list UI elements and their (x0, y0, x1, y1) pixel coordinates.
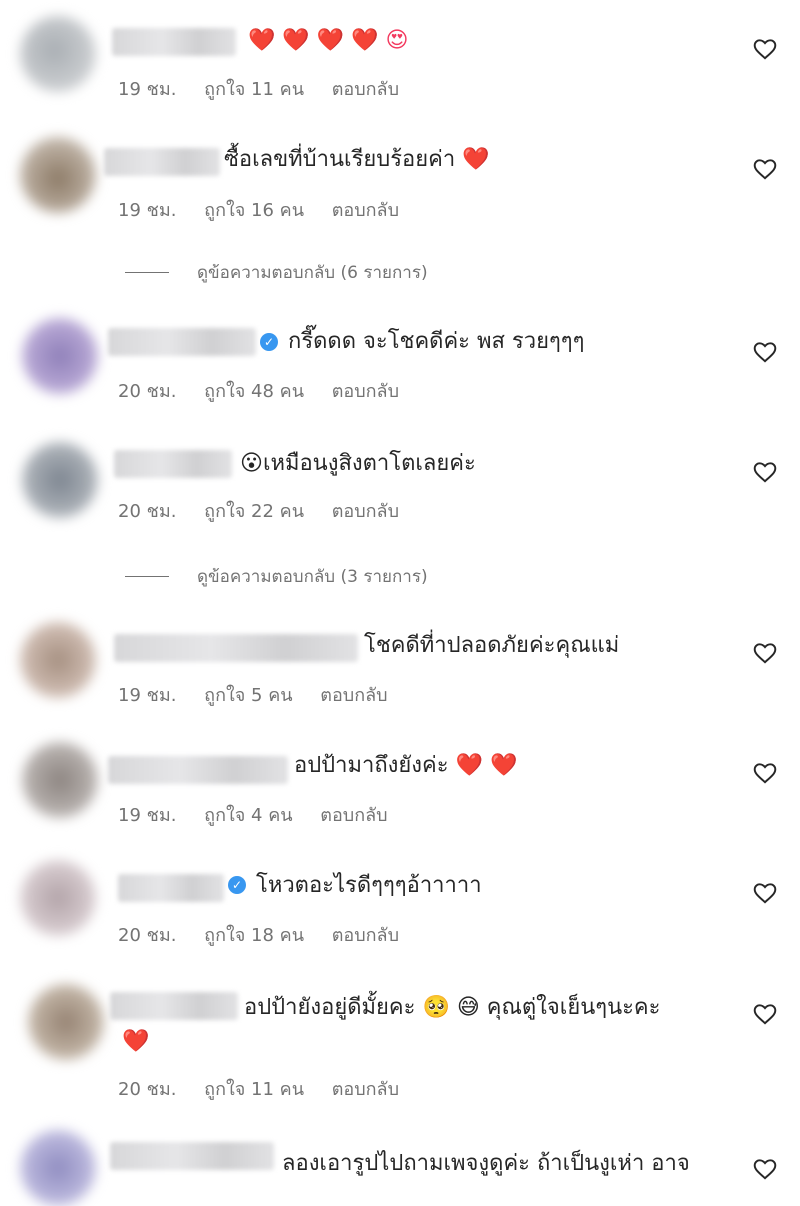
heart-outline-icon[interactable] (752, 1156, 778, 1182)
comment-likes[interactable]: ถูกใจ 11 คน (204, 1079, 304, 1100)
comment-emoji: ❤️ (122, 1029, 150, 1054)
heart-outline-icon[interactable] (752, 640, 778, 666)
view-replies-label[interactable]: ดูข้อความตอบกลับ (3 รายการ) (197, 563, 428, 590)
verified-badge-icon: ✓ (228, 876, 246, 894)
reply-button[interactable]: ตอบกลับ (332, 79, 399, 100)
comment-likes[interactable]: ถูกใจ 5 คน (204, 685, 292, 706)
comment-time: 19 ชม. (118, 805, 177, 826)
reply-button[interactable]: ตอบกลับ (332, 925, 399, 946)
comment-time: 19 ชม. (118, 200, 177, 221)
username-blurred[interactable] (112, 28, 236, 56)
comment-meta: 20 ชม. ถูกใจ 22 คน ตอบกลับ (118, 496, 421, 525)
comment-likes[interactable]: ถูกใจ 16 คน (204, 200, 304, 221)
avatar[interactable] (20, 622, 96, 698)
avatar[interactable] (20, 16, 96, 92)
comment-emoji: 😮 (240, 451, 263, 476)
heart-outline-icon[interactable] (752, 156, 778, 182)
heart-outline-icon[interactable] (752, 459, 778, 485)
comment-meta: 19 ชม. ถูกใจ 4 คน ตอบกลับ (118, 800, 410, 829)
divider (125, 272, 169, 273)
comment-likes[interactable]: ถูกใจ 18 คน (204, 925, 304, 946)
comment-meta: 19 ชม. ถูกใจ 11 คน ตอบกลับ (118, 74, 421, 103)
comment-time: 20 ชม. (118, 925, 177, 946)
comment-text: โหวตอะไรดีๆๆๆอ้าาาาา (256, 873, 482, 898)
heart-outline-icon[interactable] (752, 760, 778, 786)
comment-meta: 20 ชม. ถูกใจ 48 คน ตอบกลับ (118, 376, 421, 405)
comment-emoji: ❤️ (462, 147, 490, 172)
avatar[interactable] (20, 1130, 96, 1206)
comment-emoji: ❤️ ❤️ ❤️ ❤️ 😍 (248, 28, 409, 53)
reply-button[interactable]: ตอบกลับ (320, 805, 387, 826)
heart-outline-icon[interactable] (752, 880, 778, 906)
reply-button[interactable]: ตอบกลับ (332, 1079, 399, 1100)
username-blurred[interactable] (104, 148, 220, 176)
comment-emoji: ❤️ ❤️ (455, 753, 518, 778)
comment-time: 20 ชม. (118, 381, 177, 402)
avatar[interactable] (20, 137, 96, 213)
view-replies-button[interactable]: ดูข้อความตอบกลับ (6 รายการ) (125, 259, 428, 286)
heart-outline-icon[interactable] (752, 36, 778, 62)
username-blurred[interactable] (118, 874, 224, 902)
username-blurred[interactable] (108, 328, 256, 356)
comment-meta: 20 ชม. ถูกใจ 18 คน ตอบกลับ (118, 920, 421, 949)
comment-text: อปป้ามาถึงยังค่ะ ❤️ ❤️ (294, 753, 518, 778)
comment-text: 😮เหมือนงูสิงตาโตเลยค่ะ (240, 451, 476, 476)
reply-button[interactable]: ตอบกลับ (332, 200, 399, 221)
username-blurred[interactable] (110, 992, 238, 1020)
comment-text: ซื้อเลขที่บ้านเรียบร้อยค่า ❤️ (224, 147, 490, 172)
comment-text: โชคดีที่าปลอดภัยค่ะคุณแม่ (364, 633, 620, 658)
heart-outline-icon[interactable] (752, 1001, 778, 1027)
view-replies-label[interactable]: ดูข้อความตอบกลับ (6 รายการ) (197, 259, 428, 286)
comment-time: 20 ชม. (118, 1079, 177, 1100)
reply-button[interactable]: ตอบกลับ (320, 685, 387, 706)
comment-time: 20 ชม. (118, 501, 177, 522)
comment-likes[interactable]: ถูกใจ 48 คน (204, 381, 304, 402)
comment-text: ลองเอารูปไปถามเพจงูดูค่ะ ถ้าเป็นงูเห่า อ… (282, 1151, 690, 1176)
comment-likes[interactable]: ถูกใจ 22 คน (204, 501, 304, 522)
username-blurred[interactable] (110, 1142, 274, 1170)
avatar[interactable] (22, 318, 98, 394)
avatar[interactable] (22, 742, 98, 818)
avatar[interactable] (28, 984, 104, 1060)
reply-button[interactable]: ตอบกลับ (332, 501, 399, 522)
username-blurred[interactable] (114, 450, 232, 478)
view-replies-button[interactable]: ดูข้อความตอบกลับ (3 รายการ) (125, 563, 428, 590)
divider (125, 576, 169, 577)
avatar[interactable] (20, 860, 96, 936)
reply-button[interactable]: ตอบกลับ (332, 381, 399, 402)
username-blurred[interactable] (108, 756, 288, 784)
username-blurred[interactable] (114, 634, 358, 662)
heart-outline-icon[interactable] (752, 339, 778, 365)
verified-badge-icon: ✓ (260, 333, 278, 351)
comment-meta: 19 ชม. ถูกใจ 5 คน ตอบกลับ (118, 680, 410, 709)
avatar[interactable] (22, 442, 98, 518)
comment-meta: 19 ชม. ถูกใจ 16 คน ตอบกลับ (118, 195, 421, 224)
comment-likes[interactable]: ถูกใจ 4 คน (204, 805, 292, 826)
comment-likes[interactable]: ถูกใจ 11 คน (204, 79, 304, 100)
comment-text: อปป้ายังอยู่ดีมั้ยคะ 🥺 😅 คุณตู่ใจเย็นๆนะ… (244, 995, 661, 1020)
comment-meta: 20 ชม. ถูกใจ 11 คน ตอบกลับ (118, 1074, 421, 1103)
comment-time: 19 ชม. (118, 79, 177, 100)
comment-time: 19 ชม. (118, 685, 177, 706)
comment-text: กรี๊ดดด จะโชคดีค่ะ พส รวยๆๆๆ (288, 329, 585, 354)
